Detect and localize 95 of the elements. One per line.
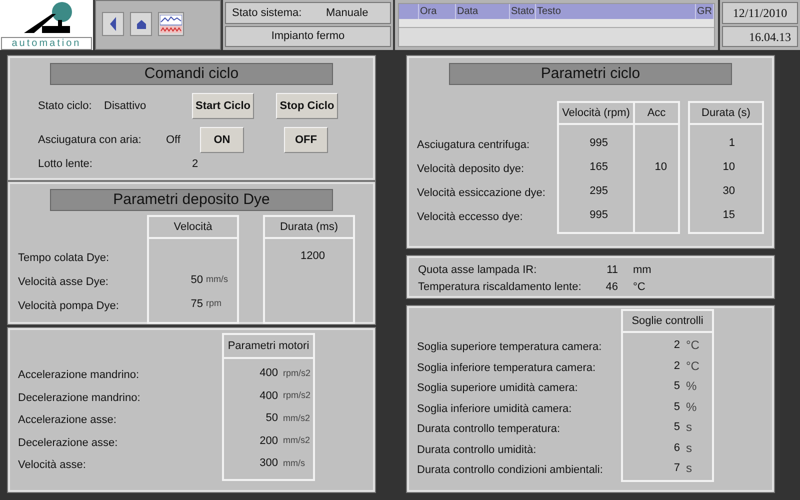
field-label: Stato ciclo: [38,98,93,114]
plant-state-display: Impianto fermo [225,26,391,47]
value-text: 75 [190,296,203,312]
unit-text: rpm/s2 [282,389,311,402]
value-text: 2 [192,156,198,172]
value-text: 165 [590,160,608,175]
field-label: Asciugatura con aria: [38,132,142,148]
field-label: Asciugatura centrifuga: [417,138,530,153]
value-text: 5 [674,379,680,394]
value-text: 30 [722,184,735,199]
unit-text: °C [685,337,700,354]
unit-text: % [685,398,698,416]
column-header: Parametri motori [228,338,310,354]
unit-text: s [685,460,693,478]
value-text: 300 [260,456,278,471]
value-text: 5 [674,420,680,435]
unit-text: % [685,378,698,396]
status-label: Stato sistema: [231,6,303,21]
home-icon [136,20,146,28]
value-text: Off [166,132,182,148]
unit-text: mm/s [205,273,229,286]
field-label: Durata controllo umidità: [417,442,536,458]
back-arrow-icon [110,17,116,31]
field-label: Accelerazione mandrino: [18,368,140,383]
status-value: Manuale [326,6,368,21]
value-text: 11 [606,263,618,278]
value-text: 10 [722,160,735,175]
start-button[interactable]: Start Ciclo [192,93,254,119]
trend-button[interactable] [158,12,184,36]
value-text: 46 [604,280,618,296]
value-text: 50 [190,272,203,288]
unit-text: s [685,440,693,457]
column-header: Acc [647,106,666,121]
field-label: Soglia inferiore umidità camera: [417,402,572,416]
unit-text: mm [633,263,652,278]
value-text: 7 [674,461,680,476]
column-header: Velocità (rpm) [562,106,630,121]
chart-icon [160,15,182,33]
field-label: Velocità essiccazione dye: [417,186,546,201]
field-label: Velocità pompa Dye: [18,298,119,314]
unit-text: s [685,419,693,436]
time-display: 16.04.13 [722,26,798,47]
value-text: 400 [260,366,278,381]
field-label: Durata controllo temperatura: [417,422,560,437]
field-label: Velocità asse: [18,458,86,473]
value-text: Disattivo [104,98,148,114]
value-text: 5 [674,400,680,414]
column-header: Velocità [174,220,212,235]
value-text: 995 [590,208,608,223]
column-header: Durata (s) [702,106,750,121]
field-label: Soglia superiore umidità camera: [417,381,578,396]
field-label: Tempo colata Dye: [18,250,110,266]
value-text: 995 [590,136,608,151]
stop-button[interactable]: Stop Ciclo [276,93,338,119]
unit-text: mm/s2 [282,412,311,424]
home-button[interactable] [130,12,152,36]
section-title: Comandi ciclo [50,63,333,85]
field-label: Velocità asse Dye: [18,274,108,290]
value-text: 50 [266,411,278,426]
unit-text: °C [685,358,700,375]
value-text: 10 [654,160,667,175]
off-button[interactable]: OFF [284,127,328,153]
field-label: Quota asse lampada IR: [418,263,538,278]
field-label: Temperatura riscaldamento lente: [418,280,582,296]
field-label: Decelerazione asse: [18,436,118,450]
date-display: 12/11/2010 [722,2,798,24]
field-label: Velocità deposito dye: [417,162,524,177]
column-header: Soglie controlli [632,314,704,329]
column-header: Durata (ms) [280,220,338,235]
value-text: 6 [674,440,680,456]
unit-text: mm/s2 [282,434,311,447]
unit-text: mm/s [282,456,306,470]
on-button[interactable]: ON [200,127,244,153]
logo-text: automation [1,37,92,50]
field-label: Lotto lente: [38,156,94,172]
field-label: Durata controllo condizioni ambientali: [417,463,603,478]
back-button[interactable] [102,12,124,36]
value-text: 1200 [300,248,325,264]
unit-text: rpm [205,297,222,310]
value-text: 2 [674,358,680,374]
section-title: Parametri ciclo [449,63,732,85]
value-text: 2 [674,338,680,353]
field-label: Soglia superiore temperatura camera: [417,340,602,355]
field-label: Accelerazione asse: [18,413,116,428]
unit-text: °C [633,280,646,296]
value-text: 295 [590,184,608,199]
field-label: Velocità eccesso dye: [417,210,523,225]
field-label: Soglia inferiore temperatura camera: [417,360,596,376]
field-label: Decelerazione mandrino: [18,390,140,406]
unit-text: rpm/s2 [282,366,311,380]
value-text: 15 [722,208,735,223]
value-text: 400 [260,388,278,404]
value-text: 200 [260,434,278,448]
section-title: Parametri deposito Dye [50,189,333,211]
value-text: 1 [728,136,735,151]
